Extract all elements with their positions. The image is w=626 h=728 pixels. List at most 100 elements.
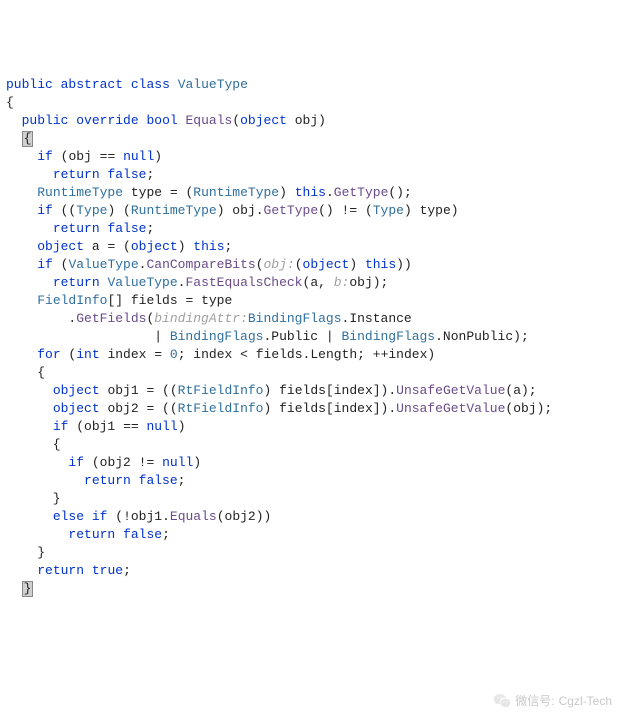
var: fields bbox=[256, 347, 303, 362]
keyword: null bbox=[123, 149, 154, 164]
keyword: if bbox=[68, 455, 84, 470]
keyword: false bbox=[107, 221, 146, 236]
keyword: if bbox=[37, 257, 53, 272]
var: fields bbox=[279, 383, 326, 398]
keyword: null bbox=[162, 455, 193, 470]
method-call: FastEqualsCheck bbox=[185, 275, 302, 290]
keyword: return bbox=[53, 167, 100, 182]
var: obj2 bbox=[100, 455, 131, 470]
method-call: UnsafeGetValue bbox=[396, 383, 505, 398]
watermark-value: Cgzl-Tech bbox=[559, 692, 612, 710]
keyword: true bbox=[92, 563, 123, 578]
type: BindingFlags bbox=[170, 329, 264, 344]
inline-hint: bindingAttr: bbox=[154, 311, 248, 326]
keyword: return bbox=[68, 527, 115, 542]
var: obj bbox=[349, 275, 372, 290]
method-name: Equals bbox=[186, 113, 233, 128]
class-name: ValueType bbox=[178, 77, 248, 92]
type: ValueType bbox=[107, 275, 177, 290]
var: fields bbox=[131, 293, 178, 308]
keyword: if bbox=[53, 419, 69, 434]
var: index bbox=[107, 347, 146, 362]
keyword: object bbox=[303, 257, 350, 272]
enum: Instance bbox=[349, 311, 411, 326]
var: obj bbox=[513, 401, 536, 416]
type: RuntimeType bbox=[193, 185, 279, 200]
op: != bbox=[342, 203, 358, 218]
var: obj bbox=[68, 149, 91, 164]
keyword: else bbox=[53, 509, 84, 524]
code-block: public abstract class ValueType { public… bbox=[6, 76, 620, 598]
var: type bbox=[131, 185, 162, 200]
keyword: bool bbox=[146, 113, 177, 128]
param: obj bbox=[295, 113, 318, 128]
type: FieldInfo bbox=[37, 293, 107, 308]
var: obj1 bbox=[84, 419, 115, 434]
keyword: int bbox=[76, 347, 99, 362]
var: index bbox=[334, 383, 373, 398]
keyword: public bbox=[22, 113, 69, 128]
keyword: object bbox=[240, 113, 287, 128]
keyword: for bbox=[37, 347, 60, 362]
var: type bbox=[201, 293, 232, 308]
keyword: override bbox=[76, 113, 138, 128]
keyword: return bbox=[53, 275, 100, 290]
keyword: class bbox=[131, 77, 170, 92]
op: ++ bbox=[373, 347, 389, 362]
var: obj bbox=[232, 203, 255, 218]
type: RuntimeType bbox=[37, 185, 123, 200]
var: obj2 bbox=[225, 509, 256, 524]
op: != bbox=[139, 455, 155, 470]
keyword: object bbox=[53, 383, 100, 398]
inline-hint: b: bbox=[334, 275, 350, 290]
var: index bbox=[388, 347, 427, 362]
method-call: GetType bbox=[334, 185, 389, 200]
keyword: if bbox=[37, 149, 53, 164]
method-call: GetFields bbox=[76, 311, 146, 326]
open-brace-highlight: { bbox=[22, 131, 34, 147]
number: 0 bbox=[170, 347, 178, 362]
var: index bbox=[334, 401, 373, 416]
type: BindingFlags bbox=[248, 311, 342, 326]
method-call: UnsafeGetValue bbox=[396, 401, 505, 416]
keyword: false bbox=[139, 473, 178, 488]
keyword: abstract bbox=[61, 77, 123, 92]
type: RtFieldInfo bbox=[178, 401, 264, 416]
keyword: object bbox=[131, 239, 178, 254]
keyword: this bbox=[193, 239, 224, 254]
keyword: object bbox=[37, 239, 84, 254]
type: ValueType bbox=[68, 257, 138, 272]
enum: NonPublic bbox=[443, 329, 513, 344]
var: index bbox=[193, 347, 232, 362]
keyword: this bbox=[295, 185, 326, 200]
op: == bbox=[100, 149, 116, 164]
keyword: return bbox=[37, 563, 84, 578]
inline-hint: obj: bbox=[264, 257, 295, 272]
keyword: object bbox=[53, 401, 100, 416]
method-call: Equals bbox=[170, 509, 217, 524]
var: type bbox=[420, 203, 451, 218]
keyword: if bbox=[92, 509, 108, 524]
var: obj2 bbox=[107, 401, 138, 416]
close-brace-highlight: } bbox=[22, 581, 34, 597]
type: BindingFlags bbox=[341, 329, 435, 344]
wechat-watermark: 微信号:Cgzl-Tech bbox=[493, 692, 612, 710]
op: == bbox=[123, 419, 139, 434]
op: ! bbox=[123, 509, 131, 524]
method-call: CanCompareBits bbox=[146, 257, 255, 272]
keyword: return bbox=[53, 221, 100, 236]
keyword: null bbox=[146, 419, 177, 434]
var: obj1 bbox=[131, 509, 162, 524]
var: a bbox=[513, 383, 521, 398]
type: RuntimeType bbox=[131, 203, 217, 218]
keyword: return bbox=[84, 473, 131, 488]
wechat-icon bbox=[493, 692, 511, 710]
keyword: this bbox=[365, 257, 396, 272]
method-call: GetType bbox=[264, 203, 319, 218]
keyword: public bbox=[6, 77, 53, 92]
keyword: false bbox=[123, 527, 162, 542]
var: a bbox=[92, 239, 100, 254]
type: Type bbox=[373, 203, 404, 218]
keyword: false bbox=[107, 167, 146, 182]
keyword: if bbox=[37, 203, 53, 218]
